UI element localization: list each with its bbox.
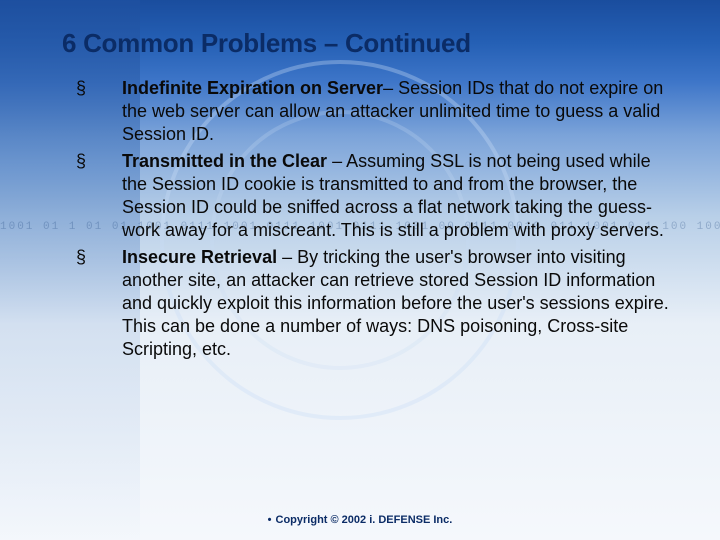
footer-bullet-icon [268, 514, 276, 526]
slide-footer: Copyright © 2002 i. DEFENSE Inc. [0, 514, 720, 526]
bullet-lead: Indefinite Expiration on Server [122, 78, 383, 98]
bullet-sep: – [282, 247, 297, 267]
bullet-item: Indefinite Expiration on Server– Session… [76, 77, 670, 146]
bullet-item: Transmitted in the Clear – Assuming SSL … [76, 150, 670, 242]
slide-content: 6 Common Problems – Continued Indefinite… [0, 0, 720, 540]
footer-text: Copyright © 2002 i. DEFENSE Inc. [276, 514, 453, 526]
bullet-item: Insecure Retrieval – By tricking the use… [76, 246, 670, 361]
slide-title: 6 Common Problems – Continued [62, 28, 670, 59]
bullet-lead: Transmitted in the Clear [122, 151, 332, 171]
bullet-sep: – [383, 78, 398, 98]
bullet-lead: Insecure Retrieval [122, 247, 282, 267]
bullet-list: Indefinite Expiration on Server– Session… [62, 77, 670, 361]
bullet-sep: – [332, 151, 346, 171]
